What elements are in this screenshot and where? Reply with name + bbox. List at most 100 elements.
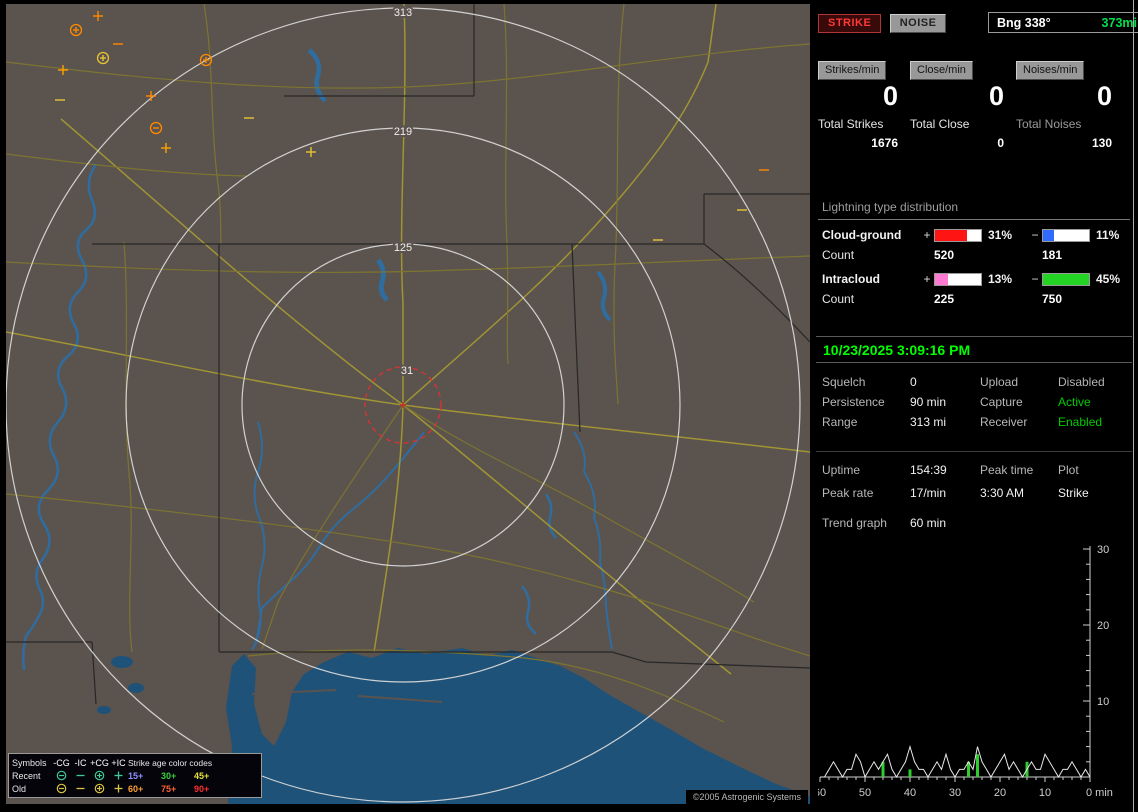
legend-old-row: Old 60+ 75+ 90+: [12, 782, 258, 795]
settings-section: Squelch 0 Upload Disabled Persistence 90…: [822, 376, 1130, 429]
mode-buttons: STRIKE NOISE: [818, 14, 946, 33]
age-90: 90+: [194, 784, 227, 794]
squelch-value: 0: [910, 376, 980, 389]
strike-symbol: [146, 91, 156, 101]
app-window: 313 219 125 31 Symbols -CG -IC +CG +IC S…: [0, 0, 1138, 812]
trend-graph-row: Trend graph 60 min: [822, 517, 946, 530]
circle-minus-icon: [52, 770, 71, 781]
cg-negative-pct: 11%: [1092, 228, 1130, 242]
plus-icon: [109, 770, 128, 781]
svg-text:20: 20: [1097, 620, 1109, 632]
age-60: 60+: [128, 784, 161, 794]
legend-col-neg-cg: -CG: [52, 758, 71, 768]
close-per-min-button[interactable]: Close/min: [910, 61, 973, 80]
ring-label-219: 219: [394, 126, 412, 138]
upload-label: Upload: [980, 376, 1058, 389]
bearing-display: Bng 338° 373mi: [988, 12, 1138, 33]
status-section: Uptime 154:39 Peak time Plot Peak rate 1…: [822, 464, 1130, 500]
distribution-title: Lightning type distribution: [818, 198, 1130, 220]
capture-label: Capture: [980, 396, 1058, 409]
peak-rate-value: 17/min: [910, 487, 980, 500]
svg-text:10: 10: [1097, 696, 1109, 708]
count-label: Count: [818, 292, 920, 306]
total-noises-value: 130: [1016, 136, 1120, 150]
ic-positive-bar-fill: [935, 274, 948, 285]
strike-button[interactable]: STRIKE: [818, 14, 881, 33]
ic-positive-count: 225: [934, 292, 984, 306]
close-per-min-value: 0: [910, 81, 1012, 112]
counter-close: Close/min 0 Total Close 0: [910, 61, 1012, 150]
ic-negative-bar: [1042, 273, 1090, 286]
intracloud-label: Intracloud: [818, 272, 920, 286]
squelch-label: Squelch: [822, 376, 910, 389]
cloud-ground-label: Cloud-ground: [818, 228, 920, 242]
svg-text:40: 40: [904, 787, 916, 799]
legend-header-row: Symbols -CG -IC +CG +IC Strike age color…: [12, 756, 258, 769]
river-layer: [23, 50, 612, 670]
copyright-text: ©2005 Astrogenic Systems: [686, 790, 808, 804]
road-layer: [6, 4, 810, 722]
ic-positive-pct: 13%: [984, 272, 1028, 286]
total-strikes-label: Total Strikes: [818, 117, 906, 131]
receiver-label: Receiver: [980, 416, 1058, 429]
legend-col-pos-ic: +IC: [109, 758, 128, 768]
svg-text:30: 30: [1097, 544, 1109, 556]
strike-symbol: [98, 53, 109, 64]
count-label: Count: [818, 248, 920, 262]
capture-status: Active: [1058, 396, 1130, 409]
map-legend: Symbols -CG -IC +CG +IC Strike age color…: [8, 753, 262, 798]
trend-graph: 3020106050403020100 min: [818, 540, 1118, 802]
age-15: 15+: [128, 771, 161, 781]
cg-positive-bar: [934, 229, 982, 242]
circle-plus-icon: [90, 783, 109, 794]
datetime-display: 10/23/2025 3:09:16 PM: [816, 336, 1132, 363]
ic-negative-pct: 45%: [1092, 272, 1130, 286]
legend-recent-label: Recent: [12, 771, 52, 781]
range-label: Range: [822, 416, 910, 429]
ic-negative-bar-fill: [1043, 274, 1089, 285]
circle-plus-icon: [90, 770, 109, 781]
legend-age-header: Strike age color codes: [128, 758, 258, 768]
legend-old-label: Old: [12, 784, 52, 794]
plot-value: Strike: [1058, 487, 1130, 500]
counter-strikes: Strikes/min 0 Total Strikes 1676: [818, 61, 906, 150]
range-value: 313 mi: [910, 416, 980, 429]
age-30: 30+: [161, 771, 194, 781]
legend-col-neg-ic: -IC: [71, 758, 90, 768]
map-svg: 313 219 125 31: [6, 4, 810, 804]
strikes-per-min-button[interactable]: Strikes/min: [818, 61, 886, 80]
total-close-value: 0: [910, 136, 1012, 150]
legend-symbols-header: Symbols: [12, 758, 52, 768]
uptime-label: Uptime: [822, 464, 910, 477]
cg-positive-bar-fill: [935, 230, 967, 241]
map-area[interactable]: 313 219 125 31 Symbols -CG -IC +CG +IC S…: [6, 4, 810, 804]
minus-icon: [71, 770, 90, 781]
strike-symbol: [306, 147, 316, 157]
age-45: 45+: [194, 771, 227, 781]
strike-symbol: [151, 123, 162, 134]
strike-symbol: [71, 25, 82, 36]
noise-button[interactable]: NOISE: [890, 14, 947, 33]
cg-negative-bar-fill: [1043, 230, 1054, 241]
noises-per-min-button[interactable]: Noises/min: [1016, 61, 1084, 80]
peak-time-label: Peak time: [980, 464, 1058, 477]
window-edge-line: [1133, 0, 1134, 812]
plus-icon: [109, 783, 128, 794]
svg-text:30: 30: [949, 787, 961, 799]
plus-sign: +: [920, 272, 934, 286]
persistence-label: Persistence: [822, 396, 910, 409]
noises-per-min-value: 0: [1016, 81, 1120, 112]
cg-negative-count: 181: [1042, 248, 1092, 262]
ring-label-125: 125: [394, 242, 412, 254]
intracloud-row: Intracloud + 13% − 45%: [818, 272, 1130, 286]
peak-rate-label: Peak rate: [822, 487, 910, 500]
strike-symbol: [93, 11, 103, 21]
counter-noises: Noises/min 0 Total Noises 130: [1016, 61, 1120, 150]
cg-positive-count: 520: [934, 248, 984, 262]
trend-graph-span: 60 min: [910, 517, 946, 530]
cg-negative-bar: [1042, 229, 1090, 242]
total-close-label: Total Close: [910, 117, 1012, 131]
legend-recent-row: Recent 15+ 30+ 45+: [12, 769, 258, 782]
cloud-ground-row: Cloud-ground + 31% − 11%: [818, 228, 1130, 242]
bearing-value: Bng 338°: [997, 16, 1051, 30]
